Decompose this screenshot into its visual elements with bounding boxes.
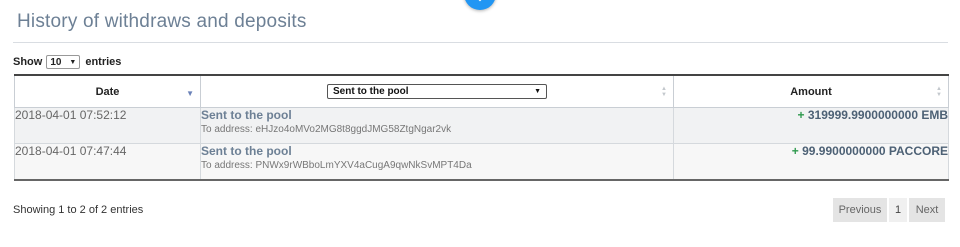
next-page-button[interactable]: Next — [909, 198, 945, 222]
divider — [13, 42, 948, 43]
amount-value: 319999.9900000000 EMB — [807, 108, 948, 122]
previous-page-button[interactable]: Previous — [833, 198, 887, 222]
column-header-type[interactable]: Sent to the pool ▼ ▲ ▼ — [200, 74, 674, 108]
transaction-title: Sent to the pool — [201, 108, 292, 122]
sort-desc-icon: ▼ — [186, 89, 194, 98]
sort-both-icon: ▲ ▼ — [661, 86, 667, 98]
amount-sign: + — [797, 108, 805, 122]
amount-sign: + — [791, 144, 799, 158]
amount-cell: + 319999.9900000000 EMB — [673, 107, 949, 144]
entries-length-control: Show 10 ▼ entries — [13, 55, 121, 69]
table-row[interactable]: 2018-04-01 07:52:12 Sent to the pool To … — [14, 107, 949, 144]
transaction-address: To address: PNWx9rWBboLmYXV4aCugA9qwNkSv… — [201, 160, 472, 171]
table-header-row: Date ▼ Sent to the pool ▼ ▲ ▼ Amount ▲ ▼ — [14, 74, 949, 108]
description-cell: Sent to the pool To address: eHJzo4oMVo2… — [200, 107, 674, 144]
floating-action-button[interactable] — [464, 0, 496, 10]
date-cell: 2018-04-01 07:47:44 — [14, 143, 201, 181]
type-filter-select[interactable]: Sent to the pool ▼ — [327, 84, 547, 99]
table-info: Showing 1 to 2 of 2 entries — [13, 204, 144, 216]
pagination: Previous 1 Next — [833, 198, 945, 222]
page-title: History of withdraws and deposits — [17, 11, 307, 32]
amount-value: 99.9900000000 PACCORE — [802, 144, 948, 158]
dropdown-arrow-icon: ▼ — [534, 88, 541, 95]
column-header-amount-label: Amount — [790, 85, 832, 98]
dropdown-arrow-icon: ▼ — [69, 58, 77, 66]
amount-cell: + 99.9900000000 PACCORE — [673, 143, 949, 181]
page-1-button[interactable]: 1 — [889, 198, 907, 222]
chevron-down-icon — [478, 0, 482, 2]
column-header-amount[interactable]: Amount ▲ ▼ — [673, 74, 949, 108]
description-cell: Sent to the pool To address: PNWx9rWBboL… — [200, 143, 674, 181]
date-cell: 2018-04-01 07:52:12 — [14, 107, 201, 144]
transaction-title: Sent to the pool — [201, 144, 292, 158]
column-header-date[interactable]: Date ▼ — [14, 74, 201, 108]
sort-both-icon: ▲ ▼ — [936, 86, 942, 98]
history-table: Date ▼ Sent to the pool ▼ ▲ ▼ Amount ▲ ▼ 2… — [14, 74, 949, 181]
transaction-address: To address: eHJzo4oMVo2MG8t8ggdJMG58ZtgN… — [201, 124, 452, 135]
type-filter-value: Sent to the pool — [333, 86, 409, 97]
entries-per-page-value: 10 — [50, 56, 62, 68]
entries-per-page-select[interactable]: 10 ▼ — [46, 55, 81, 69]
table-row[interactable]: 2018-04-01 07:47:44 Sent to the pool To … — [14, 143, 949, 181]
length-suffix-label: entries — [85, 56, 122, 68]
length-prefix-label: Show — [13, 56, 43, 68]
column-header-date-label: Date — [95, 85, 120, 98]
